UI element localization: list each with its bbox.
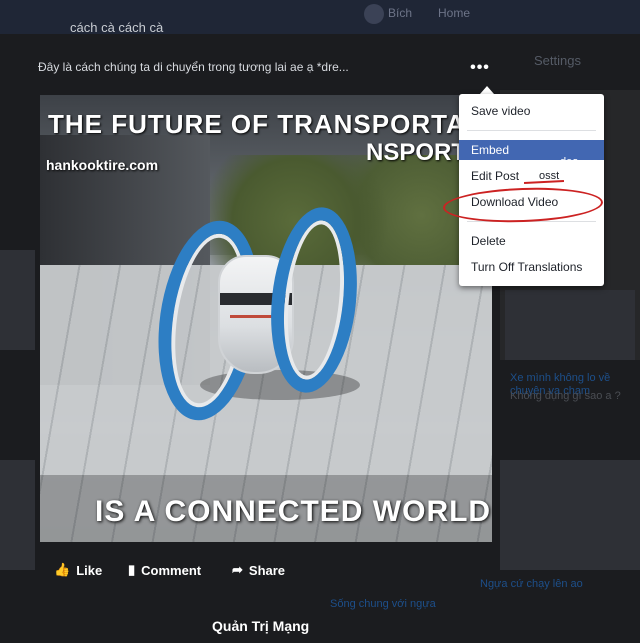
menu-divider (467, 130, 596, 131)
video-headline-top-line2: NSPORT (366, 139, 467, 166)
comment-label: Comment (141, 562, 202, 578)
comment-icon: ▮ (128, 562, 136, 577)
share-icon: ➦ (232, 562, 243, 577)
post-caption: Đây là cách chúng ta di chuyển trong tươ… (38, 60, 349, 74)
background-thumbnail (500, 460, 640, 570)
like-button[interactable]: 👍 Like (54, 562, 102, 578)
menu-item-turn-off-translations[interactable]: Turn Off Translations (459, 257, 604, 277)
background-nav-user: Bích (388, 6, 413, 20)
menu-item-save-video[interactable]: Save video (459, 101, 604, 121)
post-header[interactable]: cách cà cách cà (70, 20, 163, 35)
video-player[interactable]: THE FUTURE OF TRANSPORTATIO NSPORT hanko… (40, 95, 492, 542)
background-snippet: Ngựa cứ chạy lên ao (480, 578, 583, 590)
background-settings: Settings (534, 53, 581, 68)
video-headline-top: THE FUTURE OF TRANSPORTATIO (48, 109, 492, 139)
background-thumbnail (0, 460, 35, 570)
menu-item-embed[interactable]: Embed (459, 140, 604, 160)
comment-button[interactable]: ▮ Comment (128, 562, 201, 578)
background-thumbnail (505, 290, 635, 360)
video-watermark: hankooktire.com (46, 157, 159, 173)
share-label: Share (248, 562, 286, 578)
background-nav-home: Home (438, 6, 471, 20)
menu-caret (480, 86, 494, 94)
background-thumbnail (0, 250, 35, 350)
background-snippet: Sống chung với ngựa (330, 598, 436, 610)
background-snippet: Không đụng gì sao a ? (510, 390, 621, 402)
post-options-button[interactable]: ••• (469, 60, 491, 77)
background-avatar (364, 4, 384, 24)
video-headline-bottom: IS A CONNECTED WORLD (95, 495, 492, 528)
like-label: Like (76, 562, 103, 578)
thumbs-up-icon: 👍 (54, 562, 71, 577)
watermark-credit: Quản Trị Mạng (212, 618, 310, 634)
menu-ghost-text: deo (560, 156, 579, 168)
share-button[interactable]: ➦ Share (232, 562, 285, 578)
menu-item-delete[interactable]: Delete (459, 231, 604, 251)
